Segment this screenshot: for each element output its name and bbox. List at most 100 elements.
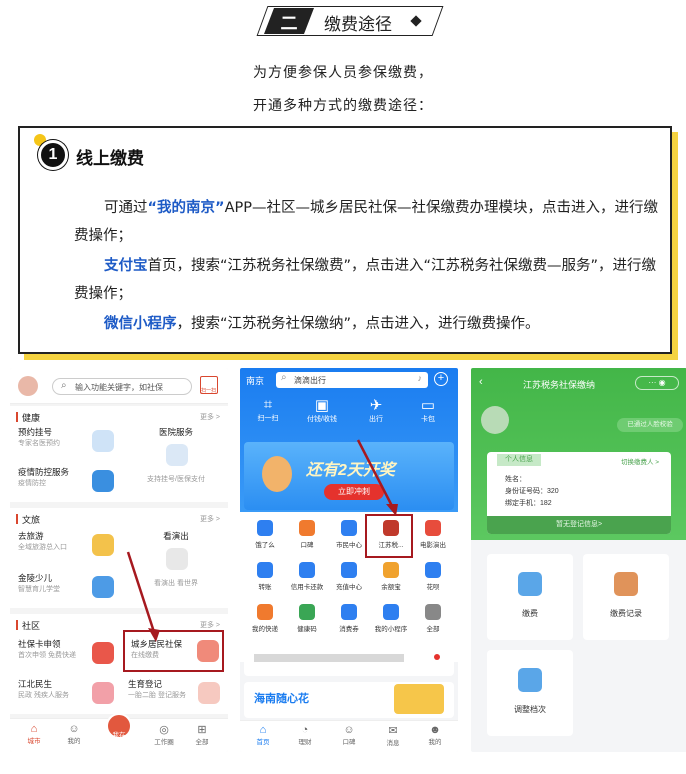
appointment-icon xyxy=(92,430,114,452)
home-icon: ⌂ xyxy=(30,723,38,735)
grid-item[interactable]: 健康码 xyxy=(286,604,328,633)
grid-item[interactable]: 消费券 xyxy=(328,604,370,633)
travel-icon: ✈ xyxy=(369,397,383,414)
section-header: 二 缴费途径 xyxy=(256,6,444,36)
card-appointment[interactable]: 预约挂号 专家名医预约 xyxy=(18,426,118,462)
more-link-community[interactable]: 更多 > xyxy=(200,620,220,630)
city-selector[interactable]: 南京 xyxy=(246,374,264,387)
section-title-community: 社区 xyxy=(22,621,41,631)
grid-item-label: 余额宝 xyxy=(381,584,401,591)
nav-all[interactable]: ⊞ 全部 xyxy=(190,723,214,746)
p2-highlight: 支付宝 xyxy=(104,258,148,274)
mic-icon: ♪ xyxy=(417,373,423,383)
scan-icon: ⌗ xyxy=(263,396,273,413)
alipay-search-input[interactable]: ⌕ 滴滴出行 ♪ xyxy=(276,372,428,388)
tile-adjust[interactable]: 调整档次 xyxy=(487,650,573,736)
tile-pay[interactable]: 缴费 xyxy=(487,554,573,640)
service-icon xyxy=(425,520,441,536)
back-icon[interactable]: ‹ xyxy=(479,376,483,388)
scan-icon[interactable]: 扫一扫 xyxy=(200,376,218,394)
grid-item[interactable]: 转账 xyxy=(244,562,286,591)
grid-item-label: 市民中心 xyxy=(336,542,362,549)
service-icon xyxy=(341,520,357,536)
card-icon: ▭ xyxy=(420,397,436,414)
grid-item-label: 充值中心 xyxy=(336,584,362,591)
promo-banner[interactable]: 还有2天开奖 立即冲刺 xyxy=(244,442,454,510)
grid-item-label: 健康码 xyxy=(297,626,317,633)
grid-item[interactable]: 充值中心 xyxy=(328,562,370,591)
service-icon xyxy=(299,520,315,536)
grid-icon: ⊞ xyxy=(197,724,207,736)
grid-item[interactable]: 我的快递 xyxy=(244,604,286,633)
screenshot-wechat-mini: ‹ 江苏税务社保缴纳 ··· ◉ 已通过人脸校验 个人信息 切换缴费人 > 姓名… xyxy=(471,368,686,752)
card-hospital[interactable]: 医院服务 支持挂号/医保支付 xyxy=(128,426,224,496)
service-icon xyxy=(383,562,399,578)
promo-card[interactable]: 海南随心花 xyxy=(244,682,454,718)
grid-item-label: 我的快递 xyxy=(252,626,278,633)
verified-link[interactable]: 已通过人脸校验 xyxy=(617,418,683,432)
card-kids[interactable]: 金陵少儿 智慧育儿学堂 xyxy=(18,572,118,606)
grid-item-label: 信用卡还款 xyxy=(290,584,324,591)
action-travel[interactable]: ✈ 出行 xyxy=(358,396,394,424)
more-link-health[interactable]: 更多 > xyxy=(200,412,220,422)
card-social-card[interactable]: 社保卡申领 首次申领 免费快递 xyxy=(18,638,118,672)
nav-me[interactable]: ☻ 我的 xyxy=(422,724,448,746)
grid-item[interactable]: 信用卡还款 xyxy=(286,562,328,591)
nav-wealth[interactable]: ◔ 理财 xyxy=(292,724,318,746)
more-link-culture[interactable]: 更多 > xyxy=(200,514,220,524)
grid-item[interactable]: 余额宝 xyxy=(370,562,412,591)
adjust-icon xyxy=(518,668,542,692)
plus-icon[interactable]: + xyxy=(434,372,448,386)
grid-item[interactable]: 饿了么 xyxy=(244,520,286,549)
capsule-menu[interactable]: ··· ◉ xyxy=(635,376,679,390)
grid-item-label: 口碑 xyxy=(300,542,314,549)
nav-work-circle[interactable]: ◎ 工作圈 xyxy=(150,723,178,746)
cat-illustration xyxy=(262,456,292,492)
grid-item[interactable]: 全部 xyxy=(412,604,454,633)
nav-center[interactable]: 我在 xyxy=(106,713,132,739)
header-title: 缴费途径 xyxy=(324,15,392,35)
search-input[interactable]: ⌕ 输入功能关键字，如社保 xyxy=(52,378,192,395)
grid-item[interactable]: 市民中心 xyxy=(328,520,370,549)
card-birth[interactable]: 生育登记 一胎二胎 登记服务 xyxy=(128,678,224,712)
switch-payer-link[interactable]: 切换缴费人 > xyxy=(621,456,659,466)
nav-koubei[interactable]: ☺ 口碑 xyxy=(336,724,362,746)
insurance-icon xyxy=(197,640,219,662)
avatar[interactable] xyxy=(18,376,38,396)
top-actions: ⌗ 扫一扫 ▣ 付钱/收钱 ✈ 出行 ▭ 卡包 xyxy=(240,396,458,436)
nav-mine[interactable]: ☺ 我的 xyxy=(62,723,86,745)
service-icon xyxy=(299,604,315,620)
nav-messages[interactable]: ✉ 消息 xyxy=(380,724,406,747)
personal-info-card: 个人信息 切换缴费人 > 姓名： 身份证号码：320 绑定手机：182 暂无登记… xyxy=(487,452,671,534)
action-scan[interactable]: ⌗ 扫一扫 xyxy=(250,396,286,423)
action-cards[interactable]: ▭ 卡包 xyxy=(410,396,446,424)
birth-icon xyxy=(198,682,220,704)
nav-home[interactable]: ⌂ 首页 xyxy=(250,724,276,746)
tile-records[interactable]: 缴费记录 xyxy=(583,554,669,640)
service-icon xyxy=(383,604,399,620)
service-icon xyxy=(257,604,273,620)
grid-item[interactable]: 电影演出 xyxy=(412,520,454,549)
grid-item[interactable]: 花呗 xyxy=(412,562,454,591)
grid-item[interactable]: 我的小程序 xyxy=(370,604,412,633)
intro-line-2: 开通多种方式的缴费途径： xyxy=(253,98,433,114)
card-travel[interactable]: 去旅游 全域旅游总入口 xyxy=(18,530,118,564)
message-icon: ✉ xyxy=(388,725,398,737)
action-pay[interactable]: ▣ 付钱/收钱 xyxy=(302,396,342,424)
grid-item-label: 消费券 xyxy=(339,626,359,633)
search-icon: ⌕ xyxy=(281,372,287,383)
service-icon xyxy=(299,562,315,578)
grid-item[interactable]: 口碑 xyxy=(286,520,328,549)
blurred-card[interactable] xyxy=(244,640,454,676)
bottom-nav: ⌂ 首页 ◔ 理财 ☺ 口碑 ✉ 消息 ☻ 我的 xyxy=(240,720,458,752)
search-icon: ⌕ xyxy=(61,380,67,391)
card-epidemic[interactable]: 疫情防控服务 疫情防控 xyxy=(18,466,118,500)
card-jiangbei[interactable]: 江北民生 民政 残疾人服务 xyxy=(18,678,118,712)
registration-link[interactable]: 暂无登记信息> xyxy=(487,516,671,534)
hospital-icon xyxy=(166,444,188,466)
nav-city[interactable]: ⌂ 城市 xyxy=(22,723,46,745)
online-payment-box: 1 线上缴费 可通过“我的南京”APP—社区—城乡居民社保—社保缴费办理模块，点… xyxy=(18,126,672,354)
pay-icon xyxy=(518,572,542,596)
koubei-icon: ☺ xyxy=(343,724,355,736)
user-icon: ☻ xyxy=(429,724,441,736)
